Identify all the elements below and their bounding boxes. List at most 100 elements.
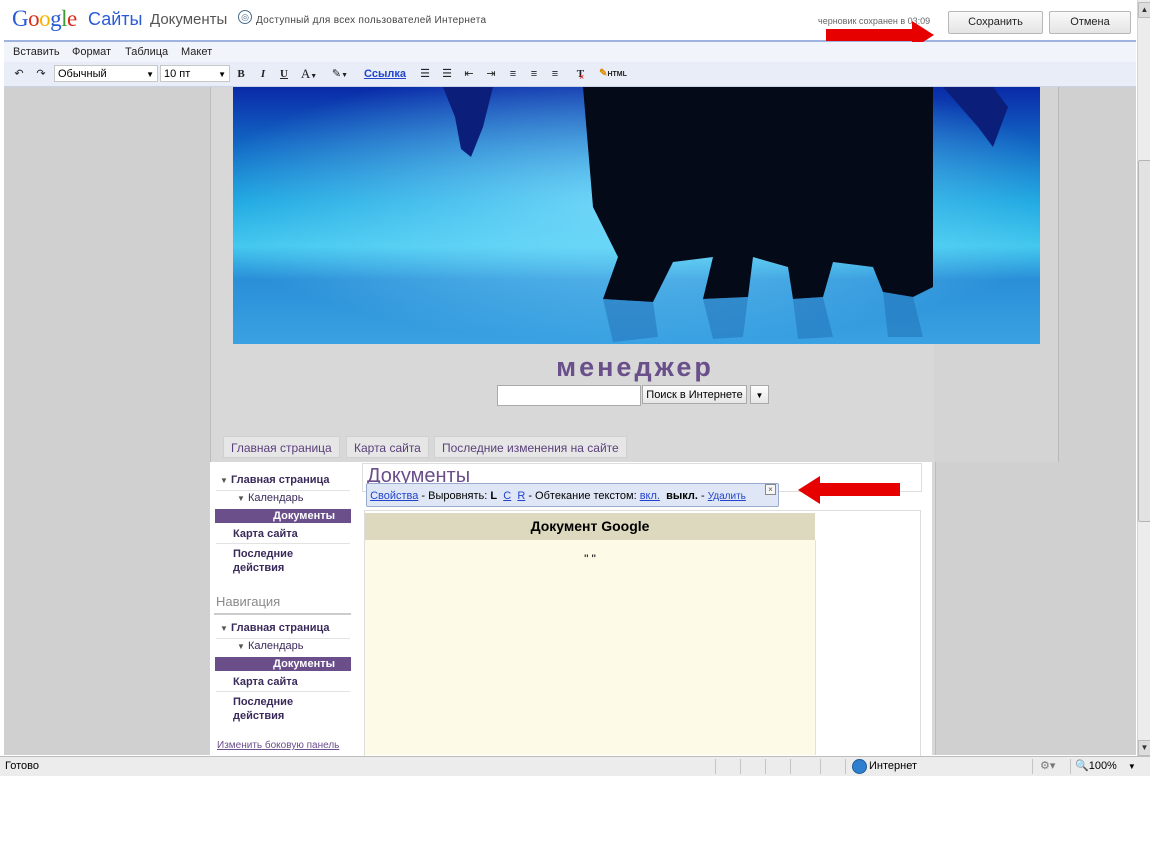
red-arrow-props (798, 476, 902, 504)
indent-less-icon[interactable]: ⇤ (462, 67, 476, 81)
scroll-down-arrow-icon[interactable]: ▼ (1138, 740, 1150, 756)
product-name: Сайты (88, 9, 143, 29)
scroll-up-arrow-icon[interactable]: ▲ (1138, 2, 1150, 18)
scroll-thumb[interactable] (1138, 160, 1150, 522)
redo-icon[interactable]: ↷ (34, 67, 48, 81)
status-divider (1032, 759, 1033, 774)
align-right-icon[interactable]: ≡ (548, 67, 562, 81)
align-center-option[interactable]: C (503, 490, 511, 502)
save-button[interactable]: Сохранить (948, 11, 1043, 34)
doc-body[interactable] (365, 540, 816, 755)
wrap-label: - Обтекание текстом: (525, 490, 640, 502)
italic-button[interactable]: I (256, 67, 270, 81)
sidebar-divider (216, 543, 350, 544)
sidebar-divider (216, 638, 350, 639)
undo-icon[interactable]: ↶ (12, 67, 26, 81)
align-left-option[interactable]: L (490, 490, 497, 502)
zoom-control[interactable]: 🔍100% ▼ (1075, 759, 1136, 772)
doc-title: Документ Google (365, 513, 815, 540)
style-select-value: Обычный (58, 68, 107, 80)
tab-home[interactable]: Главная страница (223, 436, 340, 458)
header-banner-image (233, 87, 1040, 344)
close-icon[interactable]: × (765, 484, 776, 495)
properties-link[interactable]: Свойства (370, 490, 418, 502)
wrap-off-option[interactable]: выкл. (666, 490, 698, 502)
internet-zone-icon (852, 759, 867, 774)
align-label: - Выровнять: (418, 490, 491, 502)
style-select[interactable]: Обычный ▼ (54, 65, 158, 82)
menu-table[interactable]: Таблица (125, 46, 168, 58)
protected-mode-icon[interactable]: ⚙▾ (1040, 759, 1055, 772)
sidebar-divider (216, 490, 350, 491)
nav-item-sitemap[interactable]: Карта сайта (233, 676, 298, 688)
nav-item-label: Главная страница (230, 622, 330, 634)
web-search-button[interactable]: Поиск в Интернете (642, 385, 747, 404)
gadget-properties-bar: Свойства - Выровнять: L C R - Обтекание … (366, 483, 779, 507)
status-divider (1070, 759, 1071, 774)
status-text: Готово (5, 760, 39, 772)
font-color-button[interactable]: A▼ (298, 67, 320, 81)
status-divider (790, 759, 791, 774)
chevron-down-icon: ▼ (146, 70, 154, 79)
sharing-status[interactable]: Доступный для всех пользователей Интерне… (256, 15, 486, 26)
google-logo: Google (12, 6, 77, 31)
wrap-on-option[interactable]: вкл. (640, 490, 660, 502)
link-button[interactable]: Ссылка (362, 67, 408, 81)
clear-formatting-icon[interactable]: T× (576, 67, 590, 82)
doc-content: " " (584, 552, 596, 566)
status-divider (765, 759, 766, 774)
align-center-icon[interactable]: ≡ (527, 67, 541, 81)
sidebar-item-label: Календарь (247, 492, 304, 504)
status-divider (820, 759, 821, 774)
navigation-heading: Навигация (216, 594, 281, 609)
status-divider (845, 759, 846, 774)
font-size-select[interactable]: 10 пт ▼ (160, 65, 230, 82)
sidebar-item-sitemap[interactable]: Карта сайта (233, 528, 298, 540)
sidebar-item-recent[interactable]: Последние действия (233, 547, 333, 575)
nav-item-label: Календарь (247, 640, 304, 652)
font-color-label: A (300, 66, 311, 81)
sidebar-item-documents[interactable]: Документы (215, 509, 351, 523)
nav-item-home[interactable]: ▼ Главная страница (220, 622, 330, 634)
underline-button[interactable]: U (277, 67, 291, 81)
nav-item-recent[interactable]: Последние действия (233, 695, 333, 723)
browser-status-bar: Готово Интернет ⚙▾ 🔍100% ▼ (0, 756, 1150, 776)
font-size-value: 10 пт (164, 68, 191, 80)
sidebar-item-calendar[interactable]: ▼ Календарь (237, 492, 304, 504)
sidebar-item-label: Главная страница (230, 474, 330, 486)
menu-layout[interactable]: Макет (181, 46, 212, 58)
bulleted-list-icon[interactable]: ☰ (440, 67, 454, 81)
expand-triangle-icon: ▼ (220, 624, 228, 633)
site-title[interactable]: менеджер (0, 352, 1150, 383)
sidebar-divider (216, 691, 350, 692)
search-input[interactable] (497, 385, 641, 406)
nav-item-documents[interactable]: Документы (215, 657, 351, 671)
page-name: Документы (150, 11, 228, 28)
sidebar-divider (214, 613, 351, 615)
edit-sidebar-link[interactable]: Изменить боковую панель (217, 740, 339, 751)
status-divider (740, 759, 741, 774)
nav-item-calendar[interactable]: ▼ Календарь (237, 640, 304, 652)
search-dropdown-icon[interactable]: ▼ (750, 385, 769, 404)
tab-recent-changes[interactable]: Последние изменения на сайте (434, 436, 627, 458)
security-zone-text: Интернет (869, 760, 917, 772)
highlight-icon[interactable]: ✎▼ (328, 67, 352, 81)
zoom-icon: 🔍 (1075, 760, 1089, 772)
globe-icon: ◎ (238, 10, 252, 24)
menu-insert[interactable]: Вставить (13, 46, 60, 58)
indent-more-icon[interactable]: ⇥ (484, 67, 498, 81)
sidebar-item-home[interactable]: ▼ Главная страница (220, 474, 330, 486)
expand-triangle-icon: ▼ (237, 642, 245, 651)
expand-triangle-icon: ▼ (220, 476, 228, 485)
zoom-level: 100% (1088, 760, 1117, 772)
tab-sitemap[interactable]: Карта сайта (346, 436, 429, 458)
status-divider (715, 759, 716, 774)
menu-format[interactable]: Формат (72, 46, 111, 58)
edit-html-button[interactable]: ✎HTML (598, 67, 628, 81)
delete-link[interactable]: Удалить (708, 491, 746, 502)
align-left-icon[interactable]: ≡ (506, 67, 520, 81)
edit-html-label: HTML (607, 71, 627, 78)
numbered-list-icon[interactable]: ☰ (418, 67, 432, 81)
cancel-button[interactable]: Отмена (1049, 11, 1131, 34)
bold-button[interactable]: B (234, 67, 248, 81)
